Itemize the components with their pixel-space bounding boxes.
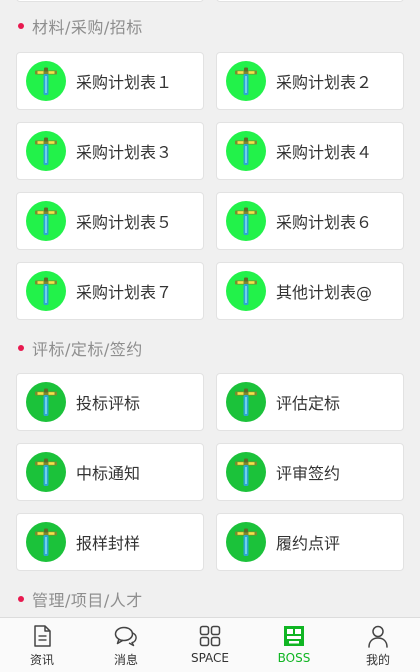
card-purchase-plan-4[interactable]: 采购计划表４ xyxy=(216,122,404,180)
main-scroll[interactable]: 材料/采购/招标 采购计划表１ 采购计划表２ 采购计划表３ 采购计划表４ 采购计… xyxy=(0,0,420,617)
survey-level-icon xyxy=(26,382,66,422)
card-label: 采购计划表４ xyxy=(276,143,373,162)
card-label: 报样封样 xyxy=(76,534,141,553)
card-purchase-plan-7[interactable]: 采购计划表７ xyxy=(16,262,204,320)
card-label: 评估定标 xyxy=(276,394,341,413)
card-purchase-plan-1[interactable]: 采购计划表１ xyxy=(16,52,204,110)
survey-level-icon xyxy=(26,271,66,311)
survey-level-icon xyxy=(226,201,266,241)
peek-card-right xyxy=(216,0,404,2)
bottom-tab-bar: 资讯 消息 SPACE BOSS 我的 xyxy=(0,617,420,672)
tab-label: 消息 xyxy=(113,653,138,667)
survey-level-icon xyxy=(226,61,266,101)
document-icon xyxy=(34,625,51,647)
previous-row-peek xyxy=(0,0,420,2)
section-header-management: 管理/项目/人才 xyxy=(18,589,143,610)
survey-level-icon xyxy=(26,201,66,241)
section-title: 评标/定标/签约 xyxy=(32,340,143,359)
card-other-plans[interactable]: 其他计划表@ xyxy=(216,262,404,320)
card-purchase-plan-5[interactable]: 采购计划表５ xyxy=(16,192,204,250)
tab-label: 我的 xyxy=(365,653,390,667)
grid-icon xyxy=(199,625,221,647)
tab-label: SPACE xyxy=(190,651,230,665)
survey-level-icon xyxy=(226,131,266,171)
card-label: 采购计划表７ xyxy=(76,283,173,302)
card-label: 采购计划表２ xyxy=(276,73,373,92)
section-header-materials: 材料/采购/招标 xyxy=(18,16,143,37)
tab-mine[interactable]: 我的 xyxy=(336,618,420,672)
survey-level-icon xyxy=(226,382,266,422)
section-bullet-dot xyxy=(18,596,24,602)
section-bullet-dot xyxy=(18,345,24,351)
card-sample-sealing[interactable]: 报样封样 xyxy=(16,513,204,571)
app-screen: 材料/采购/招标 采购计划表１ 采购计划表２ 采购计划表３ 采购计划表４ 采购计… xyxy=(0,0,420,672)
tab-boss[interactable]: BOSS xyxy=(252,618,336,672)
card-performance-review[interactable]: 履约点评 xyxy=(216,513,404,571)
card-purchase-plan-6[interactable]: 采购计划表６ xyxy=(216,192,404,250)
survey-level-icon xyxy=(26,452,66,492)
section-title: 管理/项目/人才 xyxy=(32,591,143,610)
card-label: 其他计划表@ xyxy=(276,283,373,302)
survey-level-icon xyxy=(26,522,66,562)
tab-label: BOSS xyxy=(277,651,311,665)
boss-app-icon xyxy=(284,626,304,646)
card-label: 履约点评 xyxy=(276,534,341,553)
survey-level-icon xyxy=(226,522,266,562)
card-purchase-plan-3[interactable]: 采购计划表３ xyxy=(16,122,204,180)
tab-label: 资讯 xyxy=(29,653,54,667)
survey-level-icon xyxy=(26,131,66,171)
card-label: 采购计划表５ xyxy=(76,213,173,232)
section-bullet-dot xyxy=(18,23,24,29)
section-title: 材料/采购/招标 xyxy=(32,18,143,37)
tab-messages[interactable]: 消息 xyxy=(84,618,168,672)
card-purchase-plan-2[interactable]: 采购计划表２ xyxy=(216,52,404,110)
card-label: 采购计划表１ xyxy=(76,73,173,92)
section-header-bidding: 评标/定标/签约 xyxy=(18,338,143,359)
peek-card-left xyxy=(16,0,204,2)
card-review-signing[interactable]: 评审签约 xyxy=(216,443,404,501)
card-label: 评审签约 xyxy=(276,464,341,483)
card-label: 采购计划表３ xyxy=(76,143,173,162)
survey-level-icon xyxy=(226,452,266,492)
card-award-notice[interactable]: 中标通知 xyxy=(16,443,204,501)
card-label: 采购计划表６ xyxy=(276,213,373,232)
card-assessment-award[interactable]: 评估定标 xyxy=(216,373,404,431)
chat-bubble-icon xyxy=(114,626,137,647)
person-icon xyxy=(368,625,388,648)
tab-news[interactable]: 资讯 xyxy=(0,618,84,672)
survey-level-icon xyxy=(26,61,66,101)
survey-level-icon xyxy=(226,271,266,311)
tab-space[interactable]: SPACE xyxy=(168,618,252,672)
card-bid-evaluation[interactable]: 投标评标 xyxy=(16,373,204,431)
card-label: 中标通知 xyxy=(76,464,141,483)
card-label: 投标评标 xyxy=(76,394,141,413)
